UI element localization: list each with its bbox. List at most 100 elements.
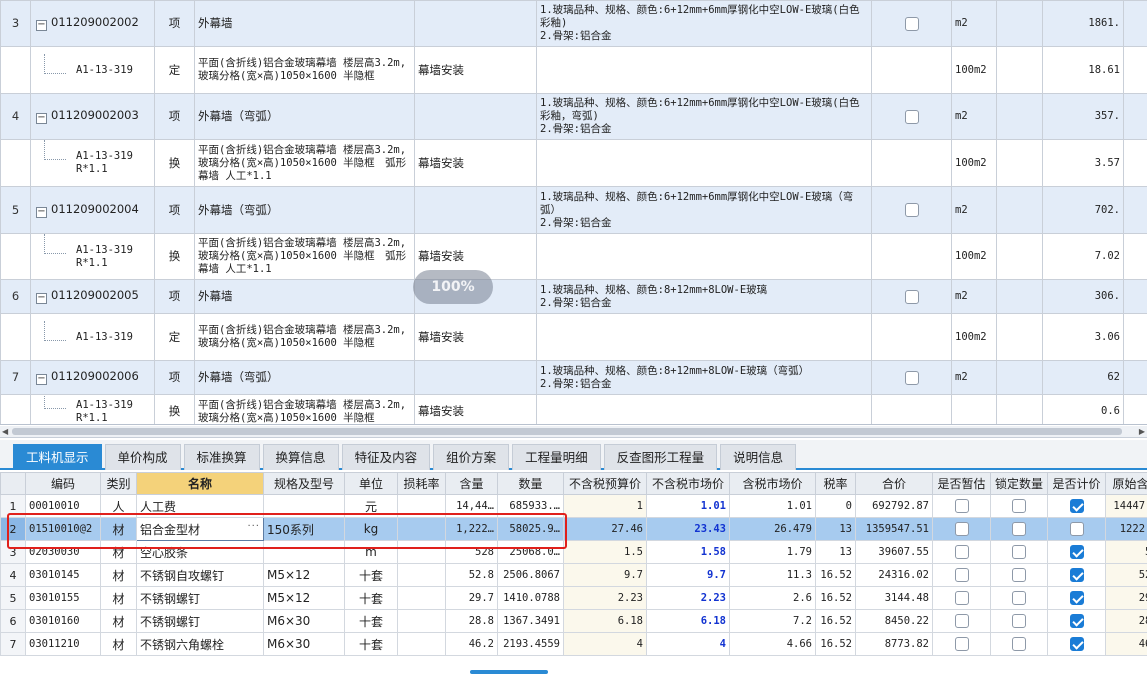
resize-grip[interactable] (470, 670, 548, 674)
category-cell[interactable]: 材 (100, 632, 137, 656)
material-row[interactable]: 5 03010155 材不锈钢螺钉 M5×12 十套 29.7 1410.0788 2.23 2… (0, 586, 1147, 610)
name-cell[interactable]: 外幕墙（弯弧） (194, 186, 415, 234)
blank-cell[interactable] (996, 93, 1043, 140)
original-content-cell[interactable]: 1222.18 (1105, 517, 1147, 541)
bill-item-row[interactable]: 5−011209002004 项外幕墙（弯弧） 1.玻璃品种、规格、颜色:6+12m… (0, 186, 1147, 234)
blank-cell[interactable] (1123, 186, 1147, 234)
name-cell[interactable]: 外幕墙（弯弧） (194, 360, 415, 395)
column-header[interactable]: 编码 (25, 472, 101, 495)
spec-cell[interactable]: M5×12 (263, 563, 345, 587)
priced-checkbox[interactable] (1069, 591, 1084, 606)
category-cell[interactable]: 材 (100, 540, 137, 564)
name-cell[interactable]: 平面(含折线)铝合金玻璃幕墙 楼层高3.2m,玻璃分格(宽×高)1050×160… (194, 139, 415, 187)
checkbox-cell[interactable] (871, 0, 952, 47)
type-cell[interactable]: 项 (154, 360, 195, 395)
code-cell[interactable]: 03010155 (25, 586, 101, 610)
quota-sub-row[interactable]: A1-13-319 R*1.1 换平面(含折线)铝合金玻璃幕墙 楼层高3.2m,玻… (0, 394, 1147, 424)
checkbox-cell[interactable] (871, 186, 952, 234)
column-header[interactable]: 规格及型号 (263, 472, 345, 495)
blank-cell[interactable] (996, 0, 1043, 47)
pre-tax-market-cell[interactable]: 2.23 (646, 586, 730, 610)
quota-sub-row[interactable]: A1-13-319 R*1.1 换平面(含折线)铝合金玻璃幕墙 楼层高3.2m,玻… (0, 139, 1147, 187)
pre-tax-budget-cell[interactable]: 6.18 (563, 609, 647, 633)
lock-qty-checkbox[interactable] (1012, 499, 1026, 514)
tab-3[interactable]: 标准换算 (183, 444, 260, 470)
original-content-cell[interactable]: 29.7 (1105, 586, 1147, 610)
bill-item-row[interactable]: 6−011209002005 项外幕墙 1.玻璃品种、规格、颜色:8+12mm+8L… (0, 279, 1147, 314)
code-cell[interactable]: A1-13-319 R*1.1 (30, 394, 155, 424)
unit-cell[interactable]: 100m2 (951, 139, 997, 187)
blank-cell[interactable] (996, 360, 1043, 395)
unit-cell[interactable]: m2 (951, 186, 997, 234)
loss-rate-cell[interactable] (397, 563, 446, 587)
specialty-cell[interactable] (414, 93, 537, 140)
unit-cell[interactable]: 十套 (344, 563, 398, 587)
quantity-cell[interactable]: 3.57 (1042, 139, 1124, 187)
lock-qty-cell[interactable] (990, 586, 1048, 610)
provisional-cell[interactable] (932, 609, 991, 633)
checkbox-cell[interactable] (871, 279, 952, 314)
tax-market-cell[interactable]: 1.79 (729, 540, 816, 564)
priced-checkbox[interactable] (1069, 545, 1084, 560)
priced-cell[interactable] (1047, 632, 1106, 656)
unit-cell[interactable]: 100m2 (951, 233, 997, 280)
code-cell[interactable]: A1-13-319 R*1.1 (30, 139, 155, 187)
total-cell[interactable]: 24316.02 (855, 563, 933, 587)
quantity-cell[interactable]: 306. (1042, 279, 1124, 314)
pre-tax-budget-cell[interactable]: 4 (563, 632, 647, 656)
name-cell[interactable]: 不锈钢螺钉 (136, 609, 264, 633)
original-content-cell[interactable]: 14447.58 (1105, 494, 1147, 518)
total-cell[interactable]: 8773.82 (855, 632, 933, 656)
quantity-cell[interactable]: 7.02 (1042, 233, 1124, 280)
name-cell[interactable]: 人工费 (136, 494, 264, 518)
quantity-cell[interactable]: 62 (1042, 360, 1124, 395)
quantity-cell[interactable]: 357. (1042, 93, 1124, 140)
unit-cell[interactable]: 十套 (344, 586, 398, 610)
tax-market-cell[interactable]: 4.66 (729, 632, 816, 656)
lock-qty-cell[interactable] (990, 494, 1048, 518)
tab-7[interactable]: 工程量明细 (512, 444, 601, 470)
specialty-cell[interactable] (414, 360, 537, 395)
code-cell[interactable]: 03010145 (25, 563, 101, 587)
priced-checkbox[interactable] (1069, 614, 1084, 629)
original-content-cell[interactable]: 528 (1105, 540, 1147, 564)
quantity-cell[interactable]: 1367.3491 (497, 609, 564, 633)
blank-cell[interactable] (1123, 93, 1147, 140)
content-cell[interactable]: 528 (445, 540, 498, 564)
unit-cell[interactable]: 100m2 (951, 46, 997, 94)
blank-cell[interactable] (996, 186, 1043, 234)
pre-tax-budget-cell[interactable]: 1 (563, 494, 647, 518)
content-cell[interactable]: 14,44… (445, 494, 498, 518)
category-cell[interactable]: 材 (100, 517, 137, 541)
code-cell[interactable]: A1-13-319 (30, 46, 155, 94)
loss-rate-cell[interactable] (397, 540, 446, 564)
loss-rate-cell[interactable] (397, 632, 446, 656)
provisional-checkbox[interactable] (954, 522, 969, 537)
blank-cell[interactable] (996, 394, 1043, 424)
blank-cell[interactable] (1123, 313, 1147, 361)
name-cell[interactable]: 铝合金型材 ··· (136, 517, 264, 541)
tax-rate-cell[interactable]: 13 (815, 540, 856, 564)
column-header[interactable]: 是否暂估 (932, 472, 991, 495)
lock-qty-cell[interactable] (990, 632, 1048, 656)
quantity-cell[interactable]: 1410.0788 (497, 586, 564, 610)
column-header[interactable]: 单位 (344, 472, 398, 495)
provisional-checkbox[interactable] (954, 591, 969, 606)
name-cell[interactable]: 不锈钢自攻螺钉 (136, 563, 264, 587)
quantity-cell[interactable]: 2193.4559 (497, 632, 564, 656)
code-cell[interactable]: −011209002005 (30, 279, 155, 314)
features-cell[interactable]: 1.玻璃品种、规格、颜色:6+12mm+6mm厚钢化中空LOW-E玻璃（弯弧） … (536, 186, 872, 234)
specialty-cell[interactable]: 幕墙安装 (414, 313, 537, 361)
name-cell[interactable]: 空心胶条 (136, 540, 264, 564)
checkbox-cell[interactable] (871, 360, 952, 395)
priced-checkbox[interactable] (1069, 568, 1084, 583)
pre-tax-market-cell[interactable]: 23.43 (646, 517, 730, 541)
category-cell[interactable]: 材 (100, 563, 137, 587)
column-header[interactable]: 名称 (136, 472, 264, 495)
spec-cell[interactable] (263, 540, 345, 564)
name-cell[interactable]: 平面(含折线)铝合金玻璃幕墙 楼层高3.2m,玻璃分格(宽×高)1050×160… (194, 394, 415, 424)
specialty-cell[interactable] (414, 0, 537, 47)
type-cell[interactable]: 项 (154, 93, 195, 140)
loss-rate-cell[interactable] (397, 609, 446, 633)
spec-cell[interactable]: M6×30 (263, 609, 345, 633)
